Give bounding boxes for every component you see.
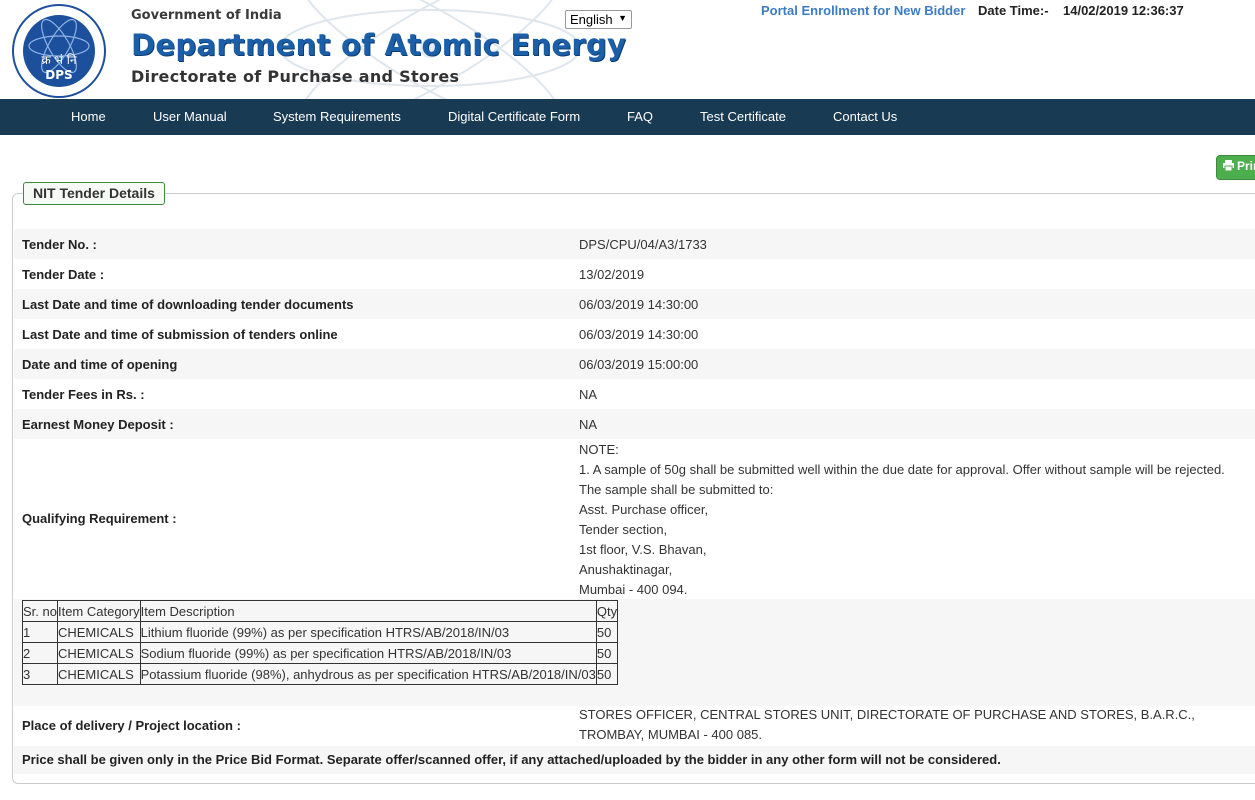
table-cell: CHEMICALS bbox=[56, 621, 141, 643]
detail-value: 06/03/2019 14:30:00 bbox=[579, 297, 699, 312]
items-table: Sr. no Item Category Item Description Qt… bbox=[22, 600, 619, 685]
detail-row-opening-date: Date and time of opening 06/03/2019 15:0… bbox=[14, 349, 1255, 379]
detail-label: Tender Fees in Rs. : bbox=[22, 387, 145, 402]
table-cell: 2 bbox=[22, 642, 58, 664]
nav-contact-us[interactable]: Contact Us bbox=[833, 99, 897, 135]
delivery-value: STORES OFFICER, CENTRAL STORES UNIT, DIR… bbox=[579, 707, 1195, 742]
qualifying-line: Mumbai - 400 094. bbox=[579, 582, 688, 597]
nav-test-certificate[interactable]: Test Certificate bbox=[700, 99, 786, 135]
detail-label: Tender No. : bbox=[22, 237, 97, 252]
qualifying-line: 1. A sample of 50g shall be submitted we… bbox=[579, 462, 1225, 497]
detail-value: 13/02/2019 bbox=[579, 267, 645, 282]
detail-row-tender-date: Tender Date : 13/02/2019 bbox=[14, 259, 1255, 289]
nav-faq[interactable]: FAQ bbox=[627, 99, 653, 135]
svg-text:DPS: DPS bbox=[45, 68, 72, 82]
detail-value: 06/03/2019 15:00:00 bbox=[579, 357, 699, 372]
detail-value: 06/03/2019 14:30:00 bbox=[579, 327, 699, 342]
table-cell: Lithium fluoride (99%) as per specificat… bbox=[139, 621, 597, 643]
datetime-label: Date Time:- bbox=[978, 3, 1049, 18]
table-cell: Potassium fluoride (98%), anhydrous as p… bbox=[139, 663, 597, 685]
qualifying-line: Tender section, bbox=[579, 522, 668, 537]
table-cell: CHEMICALS bbox=[56, 642, 141, 664]
nav-user-manual[interactable]: User Manual bbox=[153, 99, 227, 135]
table-cell: 50 bbox=[595, 663, 619, 685]
table-row: 1 CHEMICALS Lithium fluoride (99%) as pe… bbox=[22, 621, 619, 643]
items-header-cell: Item Description bbox=[139, 600, 597, 622]
detail-label: Date and time of opening bbox=[22, 357, 178, 372]
table-cell: 1 bbox=[22, 621, 58, 643]
svg-text:क्र भं नि: क्र भं नि bbox=[41, 53, 76, 67]
detail-row-emd: Earnest Money Deposit : NA bbox=[14, 409, 1255, 439]
government-label: Government of India bbox=[131, 8, 282, 23]
detail-label: Earnest Money Deposit : bbox=[22, 417, 174, 432]
table-row: 2 CHEMICALS Sodium fluoride (99%) as per… bbox=[22, 642, 619, 664]
language-select[interactable]: English ▼ bbox=[565, 10, 632, 29]
dropdown-caret-icon: ▼ bbox=[618, 13, 627, 23]
print-button[interactable]: Prin bbox=[1216, 155, 1255, 180]
delivery-label: Place of delivery / Project location : bbox=[22, 718, 241, 733]
site-header: क्र भं नि DPS Government of India Depart… bbox=[0, 0, 1255, 99]
directorate-title: Directorate of Purchase and Stores bbox=[131, 67, 460, 86]
items-header-row: Sr. no Item Category Item Description Qt… bbox=[22, 600, 619, 622]
enrollment-link[interactable]: Portal Enrollment for New Bidder bbox=[761, 3, 965, 18]
detail-row-tender-no: Tender No. : DPS/CPU/04/A3/1733 bbox=[14, 229, 1255, 259]
items-header-cell: Sr. no bbox=[22, 600, 58, 622]
panel-legend: NIT Tender Details bbox=[23, 182, 165, 205]
table-row: 3 CHEMICALS Potassium fluoride (98%), an… bbox=[22, 663, 619, 685]
table-cell: 3 bbox=[22, 663, 58, 685]
qualifying-line: NOTE: bbox=[579, 442, 619, 457]
detail-row-submission-date: Last Date and time of submission of tend… bbox=[14, 319, 1255, 349]
qualifying-line: Asst. Purchase officer, bbox=[579, 502, 709, 517]
qualifying-line: Anushaktinagar, bbox=[579, 562, 673, 577]
datetime-value: 14/02/2019 12:36:37 bbox=[1063, 3, 1184, 18]
detail-label: Last Date and time of downloading tender… bbox=[22, 297, 354, 312]
printer-icon bbox=[1223, 160, 1234, 171]
detail-label: Last Date and time of submission of tend… bbox=[22, 327, 338, 342]
detail-value: NA bbox=[579, 387, 598, 402]
detail-row-tender-fees: Tender Fees in Rs. : NA bbox=[14, 379, 1255, 409]
items-header-cell: Item Category bbox=[56, 600, 141, 622]
print-button-label: Prin bbox=[1237, 159, 1255, 173]
detail-value: DPS/CPU/04/A3/1733 bbox=[579, 237, 707, 252]
detail-value: NA bbox=[579, 417, 598, 432]
table-cell: CHEMICALS bbox=[56, 663, 141, 685]
qualifying-text: NOTE: 1. A sample of 50g shall be submit… bbox=[579, 440, 1239, 600]
department-title: Department of Atomic Energy bbox=[131, 28, 627, 62]
table-cell: Sodium fluoride (99%) as per specificati… bbox=[139, 642, 597, 664]
qualifying-line: 1st floor, V.S. Bhavan, bbox=[579, 542, 707, 557]
nav-digital-certificate-form[interactable]: Digital Certificate Form bbox=[448, 99, 580, 135]
detail-row-download-date: Last Date and time of downloading tender… bbox=[14, 289, 1255, 319]
table-cell: 50 bbox=[595, 642, 619, 664]
dps-logo[interactable]: क्र भं नि DPS bbox=[8, 4, 110, 98]
price-bid-note: Price shall be given only in the Price B… bbox=[22, 752, 1001, 767]
language-selected-value: English bbox=[570, 12, 613, 27]
items-header-cell: Qty bbox=[595, 600, 619, 622]
nav-system-requirements[interactable]: System Requirements bbox=[273, 99, 401, 135]
detail-label: Tender Date : bbox=[22, 267, 105, 282]
main-nav: Home User Manual System Requirements Dig… bbox=[0, 99, 1255, 135]
table-cell: 50 bbox=[595, 621, 619, 643]
qualifying-label: Qualifying Requirement : bbox=[22, 511, 177, 526]
nav-home[interactable]: Home bbox=[71, 99, 106, 135]
